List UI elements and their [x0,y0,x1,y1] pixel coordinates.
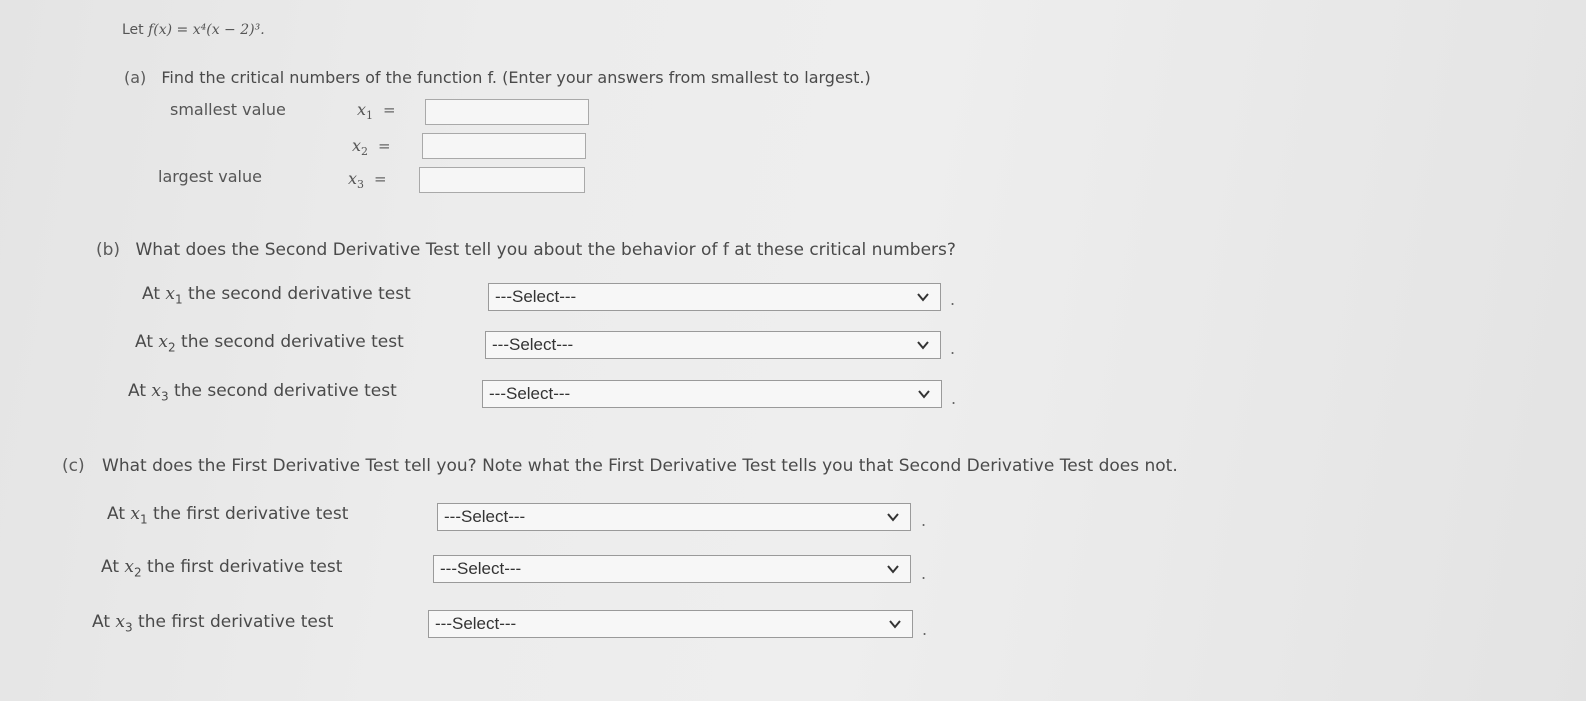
part-b-row-2-label: At x2 the second derivative test [135,332,404,354]
select-value: ---Select--- [492,335,574,354]
row-var: x [165,284,175,304]
period: . [950,290,956,309]
period: . [921,564,927,583]
largest-value-label: largest value [158,167,262,186]
x1-eq: = [383,101,396,119]
row-suffix: the second derivative test [182,284,411,304]
row-suffix: the first derivative test [132,612,334,632]
row-sub: 1 [175,292,183,307]
chevron-down-icon [917,293,929,302]
x3-label: x3 = [348,169,387,191]
part-c-row-1-label: At x1 the first derivative test [107,504,348,526]
part-b-question: (b) What does the Second Derivative Test… [96,240,956,260]
row-suffix: the first derivative test [147,504,349,524]
problem-prefix: Let [122,22,149,38]
row-suffix: the second derivative test [175,332,404,352]
part-b-x1-select[interactable]: ---Select--- [488,283,941,311]
part-c-row-3-label: At x3 the first derivative test [92,612,333,634]
row-sub: 1 [140,512,148,527]
function-expression: f(x) = x⁴(x − 2)³. [148,22,265,38]
part-b-question-text: What does the Second Derivative Test tel… [135,240,956,260]
select-value: ---Select--- [435,614,517,633]
row-suffix: the second derivative test [168,381,397,401]
select-value: ---Select--- [489,384,571,403]
row-prefix: At [101,557,125,577]
row-suffix: the first derivative test [141,557,343,577]
row-sub: 2 [168,340,176,355]
chevron-down-icon [918,390,930,399]
select-value: ---Select--- [440,559,522,578]
x3-sub: 3 [357,178,365,192]
x3-eq: = [374,170,387,188]
x1-label: x1 = [357,100,396,122]
part-a-label: (a) [124,68,147,87]
part-b-row-3-label: At x3 the second derivative test [128,381,397,403]
part-c-x1-select[interactable]: ---Select--- [437,503,911,531]
row-prefix: At [135,332,159,352]
period: . [922,620,928,639]
row-var: x [115,612,125,632]
part-a-question-text: Find the critical numbers of the functio… [161,68,871,87]
chevron-down-icon [917,341,929,350]
part-c-question: (c) What does the First Derivative Test … [62,456,1178,476]
period: . [921,511,927,530]
part-b-label: (b) [96,240,121,260]
row-prefix: At [107,504,131,524]
chevron-down-icon [887,513,899,522]
smallest-value-label: smallest value [170,100,286,119]
x2-answer-input[interactable] [422,133,586,159]
row-sub: 3 [161,389,169,404]
select-value: ---Select--- [495,287,577,306]
x1-var: x [357,100,367,119]
problem-statement: Let f(x) = x⁴(x − 2)³. [122,22,265,38]
row-var: x [151,381,161,401]
row-var: x [158,332,168,352]
chevron-down-icon [889,620,901,629]
part-c-row-2-label: At x2 the first derivative test [101,557,342,579]
x2-var: x [352,136,362,155]
select-value: ---Select--- [444,507,526,526]
part-b-x2-select[interactable]: ---Select--- [485,331,941,359]
x3-var: x [348,169,358,188]
row-prefix: At [128,381,152,401]
row-sub: 2 [134,565,142,580]
part-c-question-text: What does the First Derivative Test tell… [102,456,1178,476]
row-prefix: At [92,612,116,632]
x2-eq: = [378,137,391,155]
period: . [950,339,956,358]
x2-sub: 2 [361,145,369,159]
part-c-x2-select[interactable]: ---Select--- [433,555,911,583]
row-prefix: At [142,284,166,304]
period: . [951,389,957,408]
part-b-x3-select[interactable]: ---Select--- [482,380,942,408]
part-c-x3-select[interactable]: ---Select--- [428,610,913,638]
row-sub: 3 [125,620,133,635]
x1-sub: 1 [366,109,374,123]
x3-answer-input[interactable] [419,167,585,193]
x1-answer-input[interactable] [425,99,589,125]
row-var: x [124,557,134,577]
part-c-label: (c) [62,456,85,476]
part-a-question: (a) Find the critical numbers of the fun… [124,68,871,87]
x2-label: x2 = [352,136,391,158]
chevron-down-icon [887,565,899,574]
part-b-row-1-label: At x1 the second derivative test [142,284,411,306]
row-var: x [130,504,140,524]
